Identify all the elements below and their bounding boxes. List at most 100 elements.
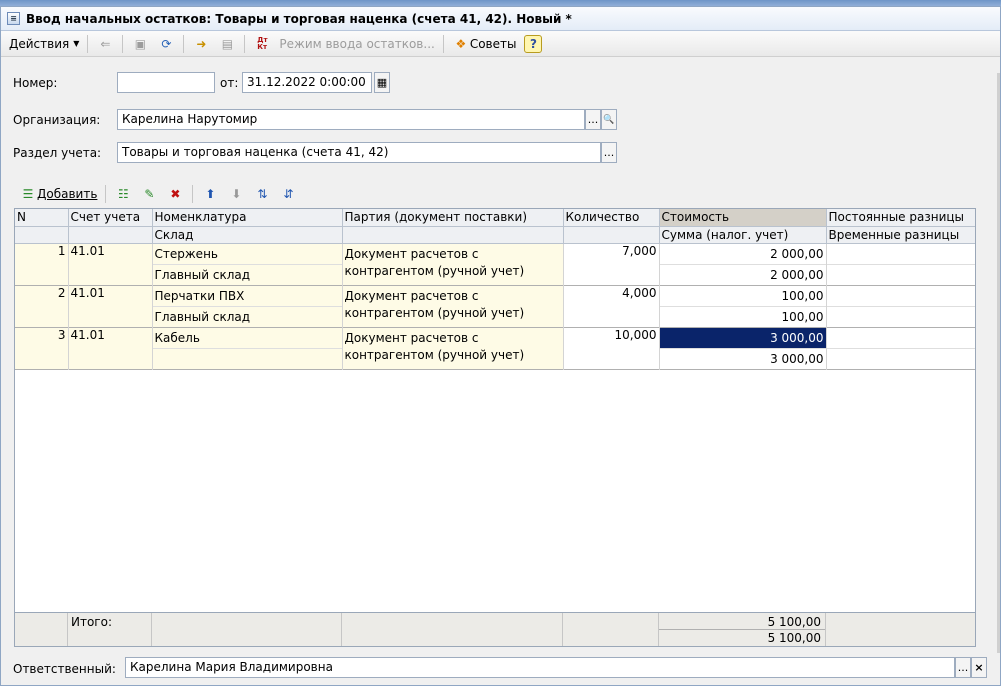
refresh-icon: ⟳ [161, 36, 172, 51]
column-header-cost[interactable]: Стоимость [659, 209, 827, 227]
sort-ascending-icon: ⇅ [257, 187, 268, 201]
back-button[interactable]: ⇐ [92, 33, 118, 55]
responsible-input[interactable]: Карелина Мария Владимировна [125, 657, 955, 678]
table-header-row-bottom: Склад Сумма (налог. учет) Временные разн… [15, 226, 975, 244]
cost-cell-selected[interactable]: 3 000,00 [659, 326, 827, 348]
actions-menu-button[interactable]: Действия ▼ [5, 33, 83, 55]
post-button[interactable]: ▣ [127, 33, 153, 55]
dt-kt-button[interactable]: Дт Кт [249, 33, 275, 55]
help-button[interactable]: ? [520, 33, 546, 55]
table-row-end-line [15, 368, 975, 370]
fill-document-icon: ➜ [196, 36, 207, 51]
party-cell[interactable]: Документ расчетов с [342, 326, 564, 348]
organization-input[interactable]: Карелина Нарутомир [117, 109, 585, 130]
refresh-button[interactable]: ⟳ [153, 33, 179, 55]
toolbar-separator [122, 34, 124, 53]
column-header-quantity[interactable]: Количество [563, 209, 660, 227]
column-header-n[interactable]: N [15, 209, 69, 227]
number-input[interactable] [117, 72, 215, 93]
number-label: Номер: [13, 76, 58, 90]
add-row-button[interactable]: ☰ Добавить [15, 183, 101, 205]
column-header-account[interactable]: Счет учета [68, 209, 153, 227]
temporary-diff-cell[interactable] [826, 347, 975, 369]
tax-sum-cell[interactable]: 3 000,00 [659, 347, 827, 369]
table-row-sub[interactable]: Главный склад контрагентом (ручной учет)… [15, 263, 975, 285]
sort-desc-button[interactable]: ⇵ [275, 183, 301, 205]
tax-sum-cell[interactable]: 100,00 [659, 305, 827, 327]
window-titlebar[interactable]: ≡ Ввод начальных остатков: Товары и торг… [1, 7, 1000, 31]
table-row[interactable]: 1 41.01 Стержень Документ расчетов с 7,0… [15, 242, 975, 285]
cost-cell[interactable]: 100,00 [659, 284, 827, 306]
column-header-blank [563, 226, 660, 244]
debit-credit-icon: Дт Кт [257, 35, 268, 51]
clear-icon: × [974, 661, 984, 674]
arrow-up-icon: ⬆ [205, 187, 216, 201]
cost-cell[interactable]: 2 000,00 [659, 242, 827, 264]
item-cell[interactable]: Кабель [152, 326, 343, 348]
party-cell-cont: контрагентом (ручной учет) [342, 306, 564, 327]
permanent-diff-cell[interactable] [826, 326, 975, 348]
column-header-party[interactable]: Партия (документ поставки) [342, 209, 564, 227]
section-select-button[interactable]: ... [601, 142, 617, 163]
table-toolbar: ☰ Добавить ☷ ✎ ✖ ⬆ ⬇ ⇅ ⇵ [15, 183, 301, 205]
organization-select-button[interactable]: ... [585, 109, 601, 130]
mode-button[interactable]: Режим ввода остатков... [275, 33, 438, 55]
copy-row-button[interactable]: ☷ [110, 183, 136, 205]
quantity-cell[interactable]: 4,000 [563, 284, 660, 327]
quantity-cell[interactable]: 10,000 [563, 326, 660, 369]
column-header-tax-sum[interactable]: Сумма (налог. учет) [659, 226, 827, 244]
edit-row-icon: ✎ [144, 187, 155, 201]
organization-open-button[interactable]: 🔍 [601, 109, 617, 130]
table-row-sub[interactable]: Главный склад контрагентом (ручной учет)… [15, 305, 975, 327]
move-up-button[interactable]: ⬆ [197, 183, 223, 205]
permanent-diff-cell[interactable] [826, 242, 975, 264]
table-header-row-top: N Счет учета Номенклатура Партия (докуме… [15, 209, 975, 227]
table-row[interactable]: 2 41.01 Перчатки ПВХ Документ расчетов с… [15, 284, 975, 327]
table-row-sub[interactable]: контрагентом (ручной учет) 3 000,00 [15, 347, 975, 369]
account-cell[interactable]: 41.01 [68, 242, 153, 285]
table-totals-footer: Итого: 5 100,00 5 100,00 [15, 612, 975, 646]
account-cell[interactable]: 41.01 [68, 284, 153, 327]
sort-asc-button[interactable]: ⇅ [249, 183, 275, 205]
post-document-icon: ▣ [134, 36, 147, 51]
section-input[interactable]: Товары и торговая наценка (счета 41, 42) [117, 142, 601, 163]
column-header-item[interactable]: Номенклатура [152, 209, 343, 227]
calendar-button[interactable]: ▦ [374, 72, 390, 93]
column-header-permanent-diff[interactable]: Постоянные разницы [826, 209, 975, 227]
window-scrollbar[interactable] [997, 73, 1000, 653]
warehouse-cell[interactable] [152, 347, 343, 369]
main-toolbar: Действия ▼ ⇐ ▣ ⟳ ➜ ▤ Дт Кт Режим ввода о… [1, 31, 1000, 57]
table-row[interactable]: 3 41.01 Кабель Документ расчетов с 10,00… [15, 326, 975, 369]
delete-row-button[interactable]: ✖ [162, 183, 188, 205]
party-cell[interactable]: Документ расчетов с [342, 242, 564, 264]
item-cell[interactable]: Стержень [152, 242, 343, 264]
tax-sum-cell[interactable]: 2 000,00 [659, 263, 827, 285]
quantity-cell[interactable]: 7,000 [563, 242, 660, 285]
warehouse-cell[interactable]: Главный склад [152, 263, 343, 285]
responsible-select-button[interactable]: ... [955, 657, 971, 678]
footer-cell [342, 613, 563, 646]
edit-row-button[interactable]: ✎ [136, 183, 162, 205]
temporary-diff-cell[interactable] [826, 305, 975, 327]
section-label: Раздел учета: [13, 146, 102, 160]
account-cell[interactable]: 41.01 [68, 326, 153, 369]
column-header-temporary-diff[interactable]: Временные разницы [826, 226, 975, 244]
responsible-clear-button[interactable]: × [971, 657, 987, 678]
warehouse-cell[interactable]: Главный склад [152, 305, 343, 327]
back-arrow-icon: ⇐ [100, 36, 111, 51]
date-label: от: [220, 76, 239, 90]
footer-cell: 5 100,00 5 100,00 [659, 613, 826, 646]
fill-button[interactable]: ➜ [188, 33, 214, 55]
tips-button[interactable]: ❖ Советы [448, 33, 521, 55]
footer-cell [152, 613, 342, 646]
temporary-diff-cell[interactable] [826, 263, 975, 285]
move-down-button[interactable]: ⬇ [223, 183, 249, 205]
date-input[interactable]: 31.12.2022 0:00:00 [242, 72, 372, 93]
item-cell[interactable]: Перчатки ПВХ [152, 284, 343, 306]
total-label: Итого: [71, 615, 112, 629]
column-header-warehouse[interactable]: Склад [152, 226, 343, 244]
permanent-diff-cell[interactable] [826, 284, 975, 306]
footer-cell [563, 613, 659, 646]
party-cell[interactable]: Документ расчетов с [342, 284, 564, 306]
structure-button[interactable]: ▤ [214, 33, 240, 55]
